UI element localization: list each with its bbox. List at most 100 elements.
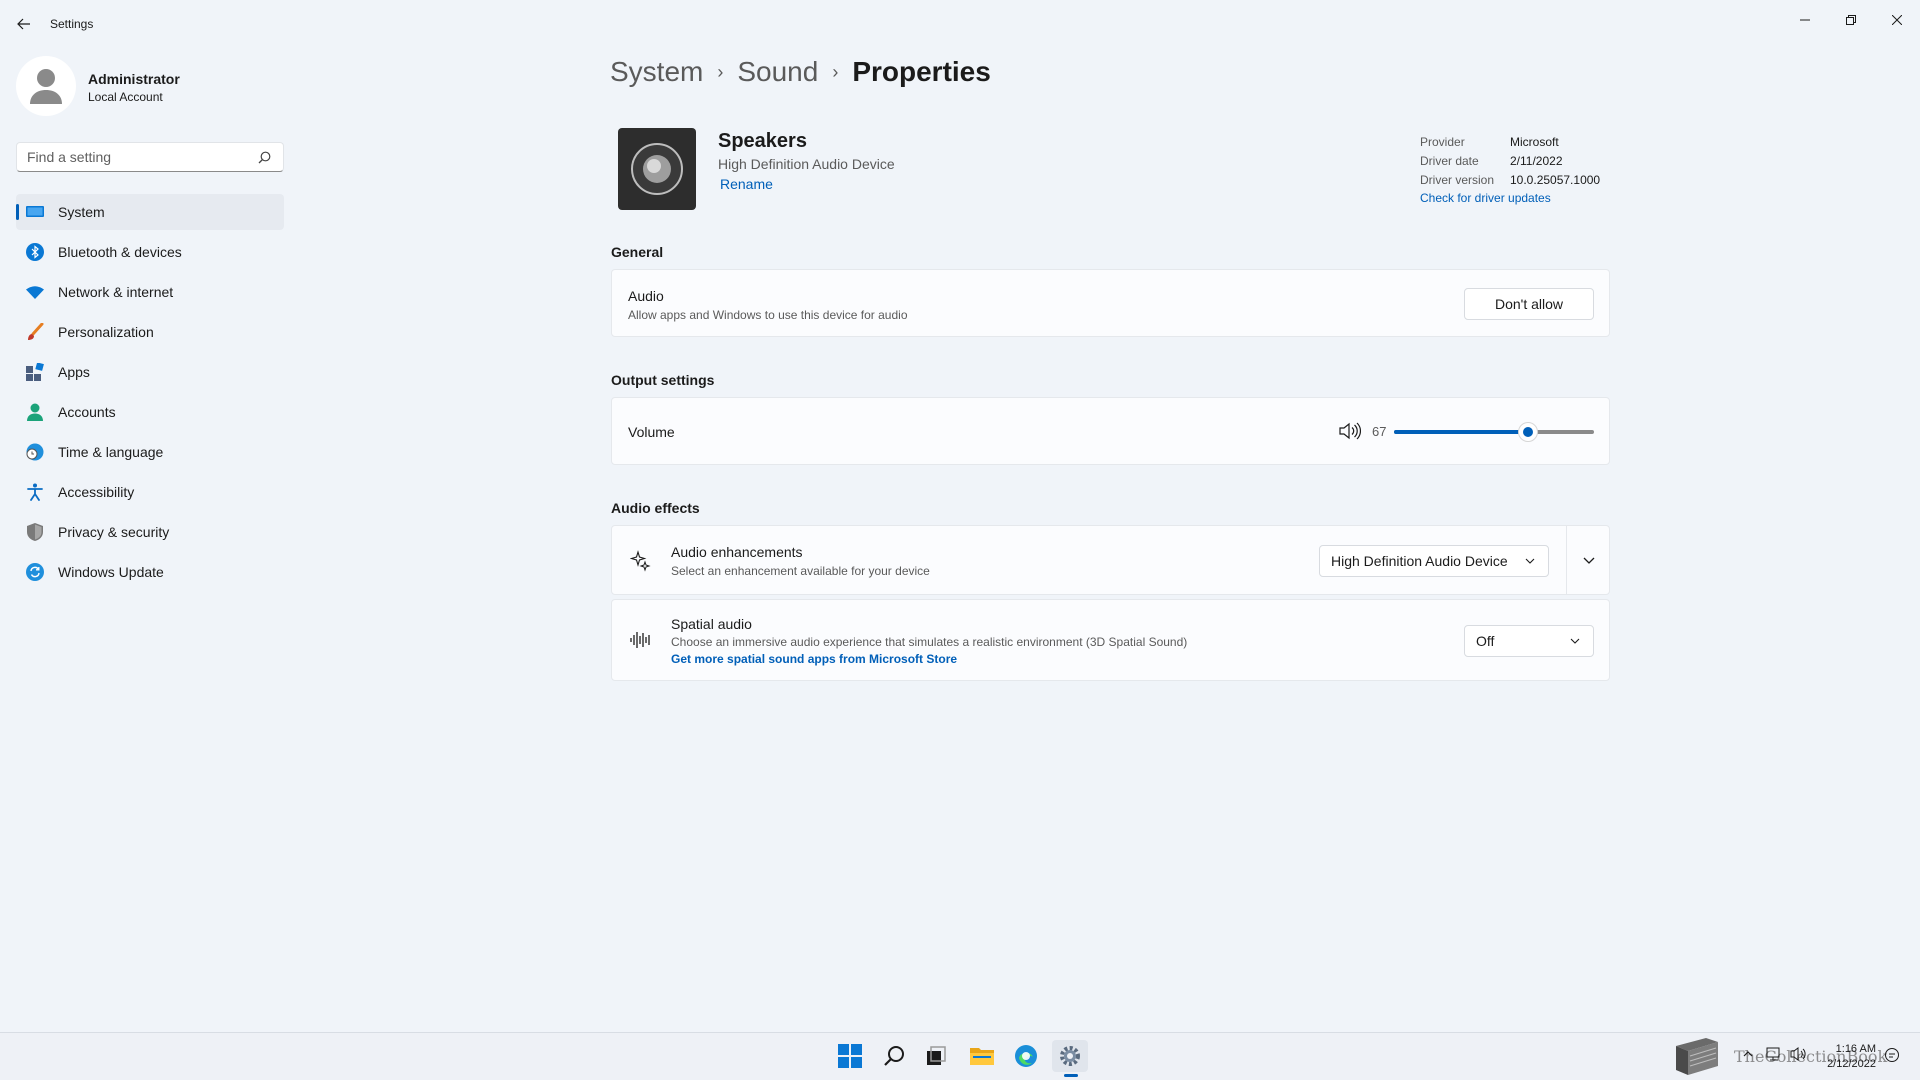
- chevron-right-icon: ›: [717, 61, 724, 82]
- sound-wave-icon: [630, 632, 650, 648]
- sidebar-item-system[interactable]: System: [16, 194, 284, 230]
- provider-value: Microsoft: [1510, 134, 1559, 149]
- accessibility-icon: [26, 483, 44, 501]
- back-arrow-icon: [17, 18, 30, 30]
- clock-time: 1:16 AM: [1835, 1043, 1876, 1055]
- rename-link[interactable]: Rename: [720, 176, 773, 192]
- chevron-right-icon: ›: [832, 61, 839, 82]
- taskbar-search-button[interactable]: [876, 1040, 912, 1072]
- sidebar-item-network[interactable]: Network & internet: [16, 274, 284, 310]
- sidebar-item-windows-update[interactable]: Windows Update: [16, 554, 284, 590]
- settings-taskbar-button[interactable]: [1052, 1040, 1088, 1072]
- audio-enhancements-title: Audio enhancements: [671, 544, 803, 560]
- volume-card: Volume 67: [611, 397, 1610, 465]
- start-button[interactable]: [832, 1040, 868, 1072]
- sparkle-icon: [630, 550, 651, 572]
- spatial-audio-selected: Off: [1476, 633, 1495, 649]
- audio-enhancements-selected: High Definition Audio Device: [1331, 553, 1508, 569]
- shield-icon: [26, 523, 44, 541]
- person-icon: [26, 403, 44, 421]
- audio-card: Audio Allow apps and Windows to use this…: [611, 269, 1610, 337]
- breadcrumb: System › Sound › Properties: [610, 56, 991, 88]
- audio-enhancements-dropdown[interactable]: High Definition Audio Device: [1319, 545, 1549, 577]
- sidebar-item-accessibility[interactable]: Accessibility: [16, 474, 284, 510]
- speaker-volume-icon[interactable]: [1339, 422, 1361, 440]
- minimize-button[interactable]: [1782, 4, 1828, 36]
- volume-slider-fill: [1394, 430, 1528, 434]
- edge-browser-button[interactable]: [1008, 1040, 1044, 1072]
- avatar: [16, 56, 76, 116]
- sidebar-item-label: Accessibility: [58, 484, 135, 500]
- page-title: Properties: [852, 56, 991, 87]
- sidebar-item-label: Network & internet: [58, 284, 174, 300]
- spatial-audio-dropdown[interactable]: Off: [1464, 625, 1594, 657]
- audio-enhancements-description: Select an enhancement available for your…: [671, 564, 930, 578]
- provider-label: Provider: [1420, 134, 1465, 149]
- audio-title: Audio: [628, 288, 664, 304]
- breadcrumb-system[interactable]: System: [610, 56, 703, 88]
- sidebar-item-privacy[interactable]: Privacy & security: [16, 514, 284, 550]
- file-explorer-button[interactable]: [964, 1040, 1000, 1072]
- globe-clock-icon: [26, 443, 44, 461]
- profile-name: Administrator: [88, 71, 180, 87]
- driver-version-value: 10.0.25057.1000: [1510, 172, 1601, 187]
- driver-version-label: Driver version: [1420, 172, 1495, 187]
- device-subtitle: High Definition Audio Device: [718, 156, 895, 172]
- update-icon: [26, 563, 44, 581]
- taskbar-clock[interactable]: 1:16 AM 2/12/2022: [1826, 1042, 1876, 1072]
- sidebar-item-accounts[interactable]: Accounts: [16, 394, 284, 430]
- task-view-button[interactable]: [918, 1040, 954, 1072]
- back-button[interactable]: [12, 12, 36, 36]
- chevron-up-icon[interactable]: [1742, 1048, 1754, 1060]
- person-silhouette-icon: [30, 69, 62, 104]
- close-icon: [1892, 15, 1902, 25]
- sidebar-item-label: Personalization: [58, 324, 154, 340]
- sidebar-item-personalization[interactable]: Personalization: [16, 314, 284, 350]
- task-view-icon: [927, 1046, 946, 1065]
- apps-icon: [26, 363, 44, 381]
- taskbar: [0, 1032, 1920, 1080]
- sidebar-item-time-language[interactable]: Time & language: [16, 434, 284, 470]
- check-driver-updates-link[interactable]: Check for driver updates: [1420, 191, 1600, 205]
- spatial-audio-card: Spatial audio Choose an immersive audio …: [611, 599, 1610, 681]
- dont-allow-button[interactable]: Don't allow: [1464, 288, 1594, 320]
- device-name: Speakers: [718, 130, 807, 152]
- audio-enhancements-card: Audio enhancements Select an enhancement…: [611, 525, 1610, 595]
- sidebar-nav: System Bluetooth & devices Network & int…: [16, 194, 284, 594]
- volume-icon[interactable]: [1790, 1046, 1808, 1062]
- profile-account-type: Local Account: [88, 90, 163, 104]
- clock-date: 2/12/2022: [1827, 1058, 1876, 1070]
- microsoft-store-link[interactable]: Get more spatial sound apps from Microso…: [671, 652, 957, 666]
- sidebar-item-label: Privacy & security: [58, 524, 170, 540]
- volume-label: Volume: [628, 424, 675, 440]
- section-effects-title: Audio effects: [611, 500, 700, 516]
- book-icon: [1676, 1038, 1718, 1075]
- notification-icon[interactable]: [1884, 1047, 1900, 1063]
- restore-button[interactable]: [1828, 4, 1874, 36]
- search-icon: [884, 1046, 904, 1066]
- folder-icon: [970, 1048, 994, 1065]
- sidebar-item-label: Windows Update: [58, 564, 164, 580]
- search-box: [16, 142, 284, 172]
- expand-button[interactable]: [1568, 526, 1610, 594]
- title-bar: Settings: [0, 0, 1920, 48]
- sidebar-item-label: System: [58, 204, 105, 220]
- close-button[interactable]: [1874, 4, 1920, 36]
- driver-date-value: 2/11/2022: [1510, 153, 1563, 168]
- spatial-audio-title: Spatial audio: [671, 616, 752, 632]
- sidebar-item-label: Apps: [58, 364, 90, 380]
- search-input[interactable]: [27, 149, 247, 165]
- user-profile[interactable]: Administrator Local Account: [16, 56, 286, 116]
- restore-icon: [1846, 15, 1856, 25]
- chevron-down-icon: [1525, 558, 1535, 564]
- brush-icon: [26, 323, 44, 341]
- network-icon[interactable]: [1766, 1046, 1782, 1062]
- audio-description: Allow apps and Windows to use this devic…: [628, 308, 908, 322]
- sidebar-item-bluetooth[interactable]: Bluetooth & devices: [16, 234, 284, 270]
- driver-info: Provider Microsoft Driver date 2/11/2022 D…: [1420, 132, 1601, 206]
- sidebar-item-apps[interactable]: Apps: [16, 354, 284, 390]
- chevron-down-icon: [1570, 638, 1580, 644]
- breadcrumb-sound[interactable]: Sound: [737, 56, 818, 88]
- search-icon: [258, 151, 271, 164]
- volume-slider-thumb[interactable]: [1518, 422, 1538, 442]
